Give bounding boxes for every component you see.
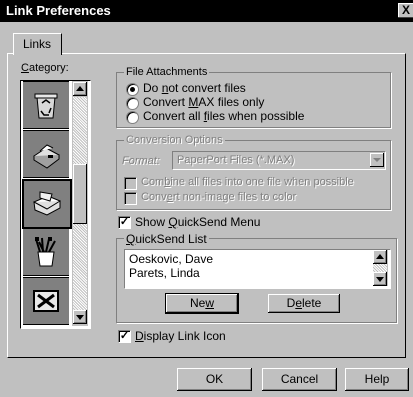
tab-links[interactable]: Links: [13, 33, 62, 55]
radio-do-not-convert-label[interactable]: Do not convert files: [143, 81, 246, 95]
format-select[interactable]: PaperPort Files (*.MAX): [172, 151, 386, 170]
list-item[interactable]: Oeskovic, Dave: [129, 252, 213, 266]
display-link-icon-label[interactable]: Display Link Icon: [135, 329, 226, 343]
new-button[interactable]: New: [165, 293, 239, 314]
title-bar: Link Preferences X: [0, 0, 413, 22]
list-item[interactable]: Parets, Linda: [129, 266, 200, 280]
category-list: [20, 80, 91, 329]
category-scrollbar[interactable]: [72, 81, 88, 326]
format-dropdown-button[interactable]: [370, 153, 384, 167]
convert-non-image-label[interactable]: Convert non-image files to color: [141, 191, 296, 203]
convert-non-image-checkbox[interactable]: [124, 192, 137, 205]
quicksend-scrollbar[interactable]: [373, 250, 388, 286]
quicksend-listbox[interactable]: Oeskovic, Dave Parets, Linda: [124, 249, 391, 289]
combine-files-checkbox[interactable]: [124, 177, 137, 190]
category-item-spreadsheet[interactable]: [23, 277, 69, 325]
tab-links-label: Links: [23, 37, 52, 51]
quicksend-scroll-track[interactable]: [373, 264, 387, 272]
category-item-fax[interactable]: [23, 130, 69, 178]
radio-convert-all-files[interactable]: [126, 111, 139, 124]
ok-button[interactable]: OK: [177, 368, 252, 391]
link-preferences-dialog: Link Preferences X Links Category: File …: [0, 0, 413, 397]
recycle-bin-icon: [34, 93, 58, 119]
combine-files-label[interactable]: Combine all files into one file when pos…: [141, 176, 354, 188]
category-item-email[interactable]: [22, 179, 72, 229]
category-item-applications[interactable]: [23, 228, 69, 276]
category-scroll-down-button[interactable]: [73, 310, 87, 324]
radio-convert-all-files-label[interactable]: Convert all files when possible: [143, 109, 304, 123]
quicksend-list-title: QuickSend List: [124, 232, 209, 246]
radio-convert-max-only[interactable]: [126, 97, 139, 110]
category-label: Category:: [21, 62, 69, 74]
show-quicksend-label[interactable]: Show QuickSend Menu: [135, 215, 260, 229]
chevron-down-icon: [373, 158, 381, 162]
quicksend-scroll-up-button[interactable]: [373, 250, 387, 264]
window-title: Link Preferences: [6, 3, 111, 18]
radio-convert-max-only-label[interactable]: Convert MAX files only: [143, 95, 264, 109]
applications-cup-icon: [35, 237, 56, 267]
category-scroll-up-button[interactable]: [73, 82, 87, 96]
delete-button[interactable]: Delete: [268, 294, 340, 313]
show-quicksend-checkbox[interactable]: ✓: [118, 216, 131, 229]
spreadsheet-app-icon: [33, 290, 59, 312]
category-scroll-thumb[interactable]: [73, 164, 87, 224]
file-attachments-title: File Attachments: [124, 66, 210, 78]
display-link-icon-checkbox[interactable]: ✓: [118, 330, 131, 343]
radio-do-not-convert[interactable]: [126, 83, 139, 96]
quicksend-scroll-down-button[interactable]: [373, 272, 387, 286]
format-label: Format:: [122, 155, 160, 167]
format-select-value: PaperPort Files (*.MAX): [177, 154, 295, 166]
email-envelope-icon: [32, 191, 62, 216]
category-item-recycle-bin[interactable]: [23, 81, 69, 129]
fax-machine-icon: [33, 144, 60, 169]
conversion-options-title: Conversion Options: [124, 134, 225, 146]
help-button[interactable]: Help: [345, 368, 409, 391]
close-button[interactable]: X: [398, 3, 413, 18]
cancel-button[interactable]: Cancel: [262, 368, 337, 391]
